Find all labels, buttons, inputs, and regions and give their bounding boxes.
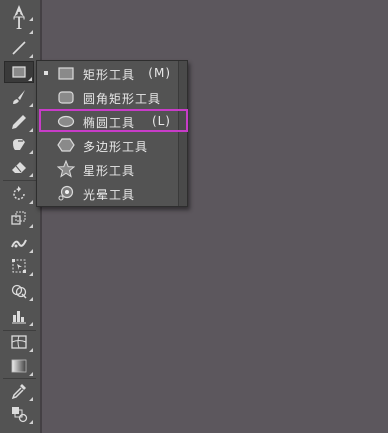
scale-tool[interactable] bbox=[4, 207, 34, 229]
shape-builder-icon bbox=[11, 284, 27, 299]
rectangle-tool[interactable] bbox=[4, 61, 34, 83]
annotation-highlight-box bbox=[39, 109, 188, 132]
flyout-item-label: 矩形工具 bbox=[83, 68, 136, 82]
paintbrush-tool[interactable] bbox=[4, 86, 34, 108]
type-tool[interactable]: T bbox=[4, 13, 34, 35]
mesh-icon bbox=[11, 335, 27, 349]
toolbar-divider bbox=[3, 378, 36, 379]
flyout-item-label: 星形工具 bbox=[83, 164, 136, 178]
blend-icon bbox=[12, 407, 28, 423]
flyout-item-label: 光晕工具 bbox=[83, 188, 136, 202]
flyout-item-polygon[interactable]: 多边形工具 bbox=[37, 133, 177, 157]
star-icon bbox=[57, 160, 75, 178]
eyedropper-tool[interactable] bbox=[4, 380, 34, 402]
blob-brush-tool[interactable] bbox=[4, 133, 34, 155]
shape-tools-flyout: 矩形工具 (M) 圆角矩形工具 椭圆工具 (L) 多边形工具 星形工具 光晕工具 bbox=[36, 60, 188, 207]
graph-icon bbox=[12, 311, 26, 324]
shape-builder-tool[interactable] bbox=[4, 280, 34, 302]
rectangle-icon bbox=[58, 67, 74, 80]
rectangle-icon bbox=[12, 66, 26, 78]
selected-bullet bbox=[44, 71, 48, 75]
toolbar-divider bbox=[3, 180, 36, 181]
gradient-tool[interactable] bbox=[4, 355, 34, 377]
flyout-item-label: 多边形工具 bbox=[83, 140, 149, 154]
width-tool[interactable] bbox=[4, 232, 34, 254]
free-transform-icon bbox=[12, 259, 26, 273]
blend-tool[interactable] bbox=[4, 403, 34, 425]
eraser-tool[interactable] bbox=[4, 156, 34, 178]
brush-icon bbox=[13, 90, 25, 104]
type-icon: T bbox=[13, 14, 25, 34]
pencil-icon bbox=[12, 115, 26, 129]
flyout-item-rounded-rectangle[interactable]: 圆角矩形工具 bbox=[37, 85, 177, 109]
rotate-tool[interactable] bbox=[4, 183, 34, 205]
eyedropper-icon bbox=[11, 384, 26, 400]
blob-brush-icon bbox=[13, 139, 25, 150]
flyout-item-rectangle[interactable]: 矩形工具 (M) bbox=[37, 61, 177, 85]
flyout-item-label: 圆角矩形工具 bbox=[83, 92, 162, 106]
gradient-icon bbox=[11, 359, 27, 373]
width-icon bbox=[11, 239, 27, 248]
free-transform-tool[interactable] bbox=[4, 255, 34, 277]
rounded-rectangle-icon bbox=[58, 91, 74, 104]
flare-icon bbox=[58, 185, 74, 201]
tools-panel: T bbox=[0, 0, 41, 433]
pencil-tool[interactable] bbox=[4, 111, 34, 133]
polygon-icon bbox=[57, 138, 75, 152]
flyout-item-flare[interactable]: 光晕工具 bbox=[37, 181, 177, 205]
shortcut-label: (M) bbox=[148, 66, 171, 80]
graph-tool[interactable] bbox=[4, 305, 34, 327]
flyout-item-star[interactable]: 星形工具 bbox=[37, 157, 177, 181]
scale-icon bbox=[11, 211, 26, 225]
rotate-icon bbox=[13, 186, 25, 200]
flyout-scrollbar[interactable] bbox=[178, 61, 187, 206]
mesh-tool[interactable] bbox=[4, 331, 34, 353]
line-icon bbox=[12, 41, 26, 55]
line-segment-tool[interactable] bbox=[4, 37, 34, 59]
eraser-icon bbox=[12, 162, 26, 173]
